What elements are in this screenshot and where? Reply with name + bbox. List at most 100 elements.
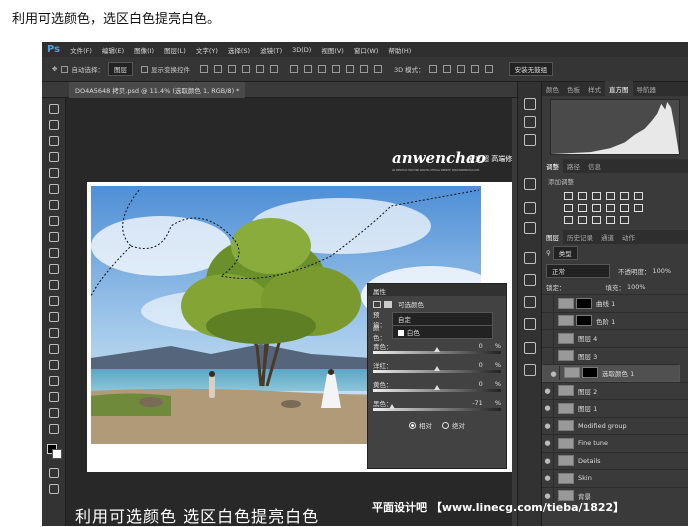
radio-relative[interactable] [409,421,416,429]
color-balance-icon[interactable] [564,204,573,212]
layer-row[interactable]: ● Modified group [542,416,688,434]
distribute-left-icon[interactable] [331,65,340,73]
color-select[interactable]: 白色 [391,324,493,339]
visibility-eye-icon[interactable]: ● [542,382,554,399]
hand-tool-icon[interactable] [49,392,59,402]
channel-slider-knob[interactable] [434,366,440,371]
visibility-eye-icon[interactable]: ● [542,435,554,452]
tab-swatches[interactable]: 色板 [563,84,584,94]
visibility-eye-icon[interactable]: ● [542,400,554,417]
radio-absolute[interactable] [442,421,449,429]
channel-slider-track[interactable] [373,404,501,411]
move-tool-icon[interactable] [49,104,59,114]
auto-align-icon[interactable] [373,65,382,73]
type-tool-icon[interactable] [49,344,59,354]
pen-tool-icon[interactable] [49,328,59,338]
zoom-tool-icon[interactable] [49,408,59,418]
align-right-icon[interactable] [269,65,278,73]
align-top-icon[interactable] [199,65,208,73]
paragraph-style-icon[interactable] [524,274,536,286]
visibility-eye-icon[interactable]: ● [548,366,560,380]
grid-icon[interactable] [634,204,643,212]
blend-mode-select[interactable]: 正常 [546,264,610,278]
hsl-icon[interactable] [634,192,643,200]
path-select-tool-icon[interactable] [49,360,59,370]
selective-color-icon[interactable] [620,216,629,224]
layer-row[interactable]: 色阶 1 [542,311,688,329]
eyedropper-tool-icon[interactable] [49,184,59,194]
channel-slider-track[interactable] [373,366,501,373]
channel-slider-knob[interactable] [434,385,440,390]
brush-icon[interactable] [524,202,536,214]
3d-icon[interactable] [524,116,536,128]
properties-icon[interactable] [524,364,536,376]
3d-scale-icon[interactable] [484,65,493,73]
menu-view[interactable]: 视图(V) [321,45,344,55]
tab-channels[interactable]: 通道 [597,232,618,242]
tab-actions[interactable]: 动作 [618,232,639,242]
tab-layers[interactable]: 图层 [542,229,563,245]
photo-filter-icon[interactable] [592,204,601,212]
brush-presets-icon[interactable] [524,178,536,190]
threshold-icon[interactable] [592,216,601,224]
lookup-icon[interactable] [620,204,629,212]
distribute-right-icon[interactable] [359,65,368,73]
shape-tool-icon[interactable] [49,376,59,386]
menu-3d[interactable]: 3D(D) [292,46,311,54]
quick-select-tool-icon[interactable] [49,152,59,162]
workspace-select[interactable]: 安装无鼓组 [508,62,554,76]
visibility-eye-icon[interactable] [542,312,554,329]
bw-icon[interactable] [578,204,587,212]
menu-layer[interactable]: 图层(L) [164,45,186,55]
align-bottom-icon[interactable] [227,65,236,73]
lasso-tool-icon[interactable] [49,136,59,146]
actions-icon[interactable] [524,318,536,330]
vibrance-icon[interactable] [620,192,629,200]
channel-slider-knob[interactable] [388,404,395,409]
distribute-hcenter-icon[interactable] [345,65,354,73]
levels-icon[interactable] [578,192,587,200]
distribute-top-icon[interactable] [289,65,298,73]
exposure-icon[interactable] [606,192,615,200]
more-tools-icon[interactable] [49,424,59,434]
target-select[interactable]: 图层 [107,62,133,76]
layer-row[interactable]: ● Details [542,451,688,469]
move-tool-icon[interactable]: ✥ [52,65,57,73]
layer-row[interactable]: ● 选取颜色 1 [542,364,680,382]
gradient-tool-icon[interactable] [49,280,59,290]
3d-roll-icon[interactable] [442,65,451,73]
tab-paths[interactable]: 路径 [563,161,584,171]
character-style-icon[interactable] [524,296,536,308]
3d-pan-icon[interactable] [456,65,465,73]
marquee-tool-icon[interactable] [49,120,59,130]
document-tab[interactable]: DO4A5648 拷贝.psd @ 11.4% (选取颜色 1, RGB/8) … [69,82,246,98]
tool-presets-icon[interactable] [524,252,536,264]
layer-row[interactable]: ● Skin [542,469,688,487]
3d-rotate-icon[interactable] [428,65,437,73]
menu-file[interactable]: 文件(F) [70,45,92,55]
tab-info[interactable]: 信息 [584,161,605,171]
brightness-icon[interactable] [564,192,573,200]
eraser-tool-icon[interactable] [49,264,59,274]
visibility-eye-icon[interactable] [542,330,554,347]
background-color-swatch[interactable] [52,449,62,459]
visibility-eye-icon[interactable]: ● [542,417,554,434]
clone-source-icon[interactable] [524,134,536,146]
tab-color[interactable]: 颜色 [542,84,563,94]
tab-navigator[interactable]: 导航器 [633,84,661,94]
channel-value[interactable]: 0 [479,342,483,350]
menu-window[interactable]: 窗口(W) [354,45,379,55]
menu-select[interactable]: 选择(S) [228,45,250,55]
tab-history[interactable]: 历史记录 [563,232,597,242]
menu-filter[interactable]: 滤镜(T) [260,45,282,55]
menu-type[interactable]: 文字(Y) [196,45,218,55]
channel-value[interactable]: -71 [472,399,483,407]
layer-row[interactable]: ● 图层 1 [542,399,688,417]
channel-slider-track[interactable] [373,347,501,354]
visibility-eye-icon[interactable]: ● [542,470,554,487]
layer-row[interactable]: 图层 4 [542,329,688,347]
preset-select[interactable]: 自定 [391,311,493,326]
paragraph-icon[interactable] [524,342,536,354]
fill-value[interactable]: 100% [627,283,646,291]
visibility-eye-icon[interactable]: ● [542,452,554,469]
